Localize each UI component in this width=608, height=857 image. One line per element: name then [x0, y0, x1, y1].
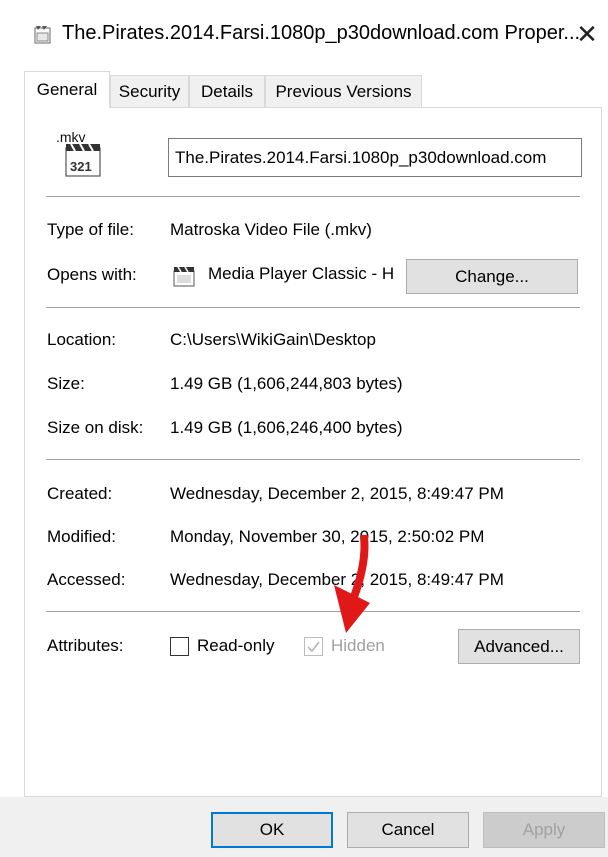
mkv-file-icon: .mkv 321	[56, 129, 101, 177]
read-only-label[interactable]: Read-only	[197, 636, 275, 656]
close-button[interactable]: ✕	[570, 16, 604, 52]
accessed-label: Accessed:	[47, 570, 126, 589]
created-label: Created:	[47, 484, 113, 503]
tab-general[interactable]: General	[24, 71, 110, 108]
tab-security[interactable]: Security	[110, 75, 189, 107]
advanced-button[interactable]: Advanced...	[458, 629, 580, 664]
attributes-label: Attributes:	[47, 636, 124, 655]
opens-with-value: Media Player Classic - H	[208, 264, 395, 283]
file-properties-icon	[34, 26, 51, 44]
separator	[46, 611, 580, 612]
general-tab-panel	[24, 107, 602, 797]
hidden-checkbox[interactable]	[304, 637, 323, 656]
cancel-button[interactable]: Cancel	[347, 812, 469, 848]
window-title: The.Pirates.2014.Farsi.1080p_p30download…	[62, 22, 581, 44]
separator	[46, 459, 580, 460]
checkmark-icon	[307, 641, 320, 653]
ok-button[interactable]: OK	[211, 812, 333, 848]
size-label: Size:	[47, 374, 85, 393]
location-label: Location:	[47, 330, 116, 349]
read-only-checkbox[interactable]	[170, 637, 189, 656]
separator	[46, 307, 580, 308]
red-arrow-annotation-icon	[334, 535, 370, 633]
media-player-icon	[173, 266, 195, 287]
file-icon-number: 321	[70, 159, 92, 174]
type-of-file-value: Matroska Video File (.mkv)	[170, 220, 372, 239]
type-of-file-label: Type of file:	[47, 220, 134, 239]
size-on-disk-label: Size on disk:	[47, 418, 144, 437]
location-value: C:\Users\WikiGain\Desktop	[170, 330, 376, 349]
opens-with-label: Opens with:	[47, 265, 137, 284]
modified-label: Modified:	[47, 527, 116, 546]
file-icon-ext: .mkv	[56, 129, 86, 145]
hidden-label[interactable]: Hidden	[331, 636, 385, 656]
created-value: Wednesday, December 2, 2015, 8:49:47 PM	[170, 484, 504, 503]
apply-button[interactable]: Apply	[483, 812, 605, 848]
filename-field[interactable]	[168, 138, 582, 177]
size-value: 1.49 GB (1,606,244,803 bytes)	[170, 374, 403, 393]
size-on-disk-value: 1.49 GB (1,606,246,400 bytes)	[170, 418, 403, 437]
change-button[interactable]: Change...	[406, 259, 578, 294]
tab-details[interactable]: Details	[189, 75, 265, 107]
tab-previous-versions[interactable]: Previous Versions	[265, 75, 422, 107]
separator	[46, 196, 580, 197]
